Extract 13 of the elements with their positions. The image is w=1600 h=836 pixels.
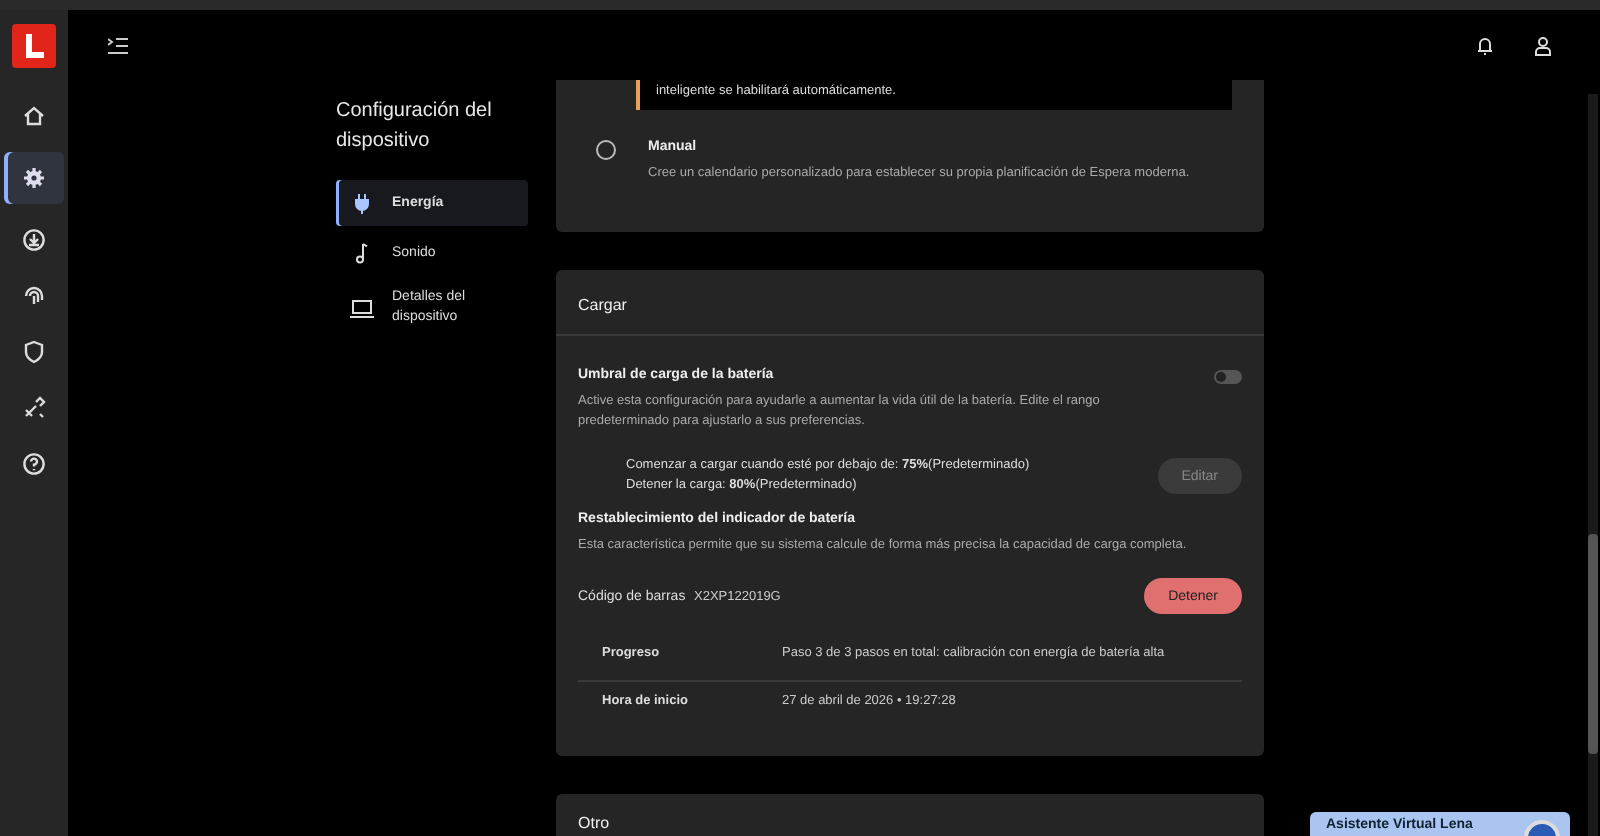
gear-icon[interactable]	[4, 152, 64, 204]
user-icon[interactable]	[1534, 35, 1552, 55]
logo-icon	[12, 24, 56, 68]
laptop-icon	[350, 297, 374, 319]
settings-title: Configuración del dispositivo	[336, 98, 494, 156]
scrollbar[interactable]	[1588, 94, 1598, 836]
toggle-switch[interactable]	[1214, 369, 1242, 383]
card-title: Otro	[576, 812, 612, 836]
plug-icon	[350, 192, 374, 214]
card-title: Cargar	[576, 294, 629, 318]
bell-icon[interactable]	[1476, 35, 1494, 55]
menu-icon[interactable]	[108, 37, 128, 53]
radio-button[interactable]	[596, 140, 616, 160]
